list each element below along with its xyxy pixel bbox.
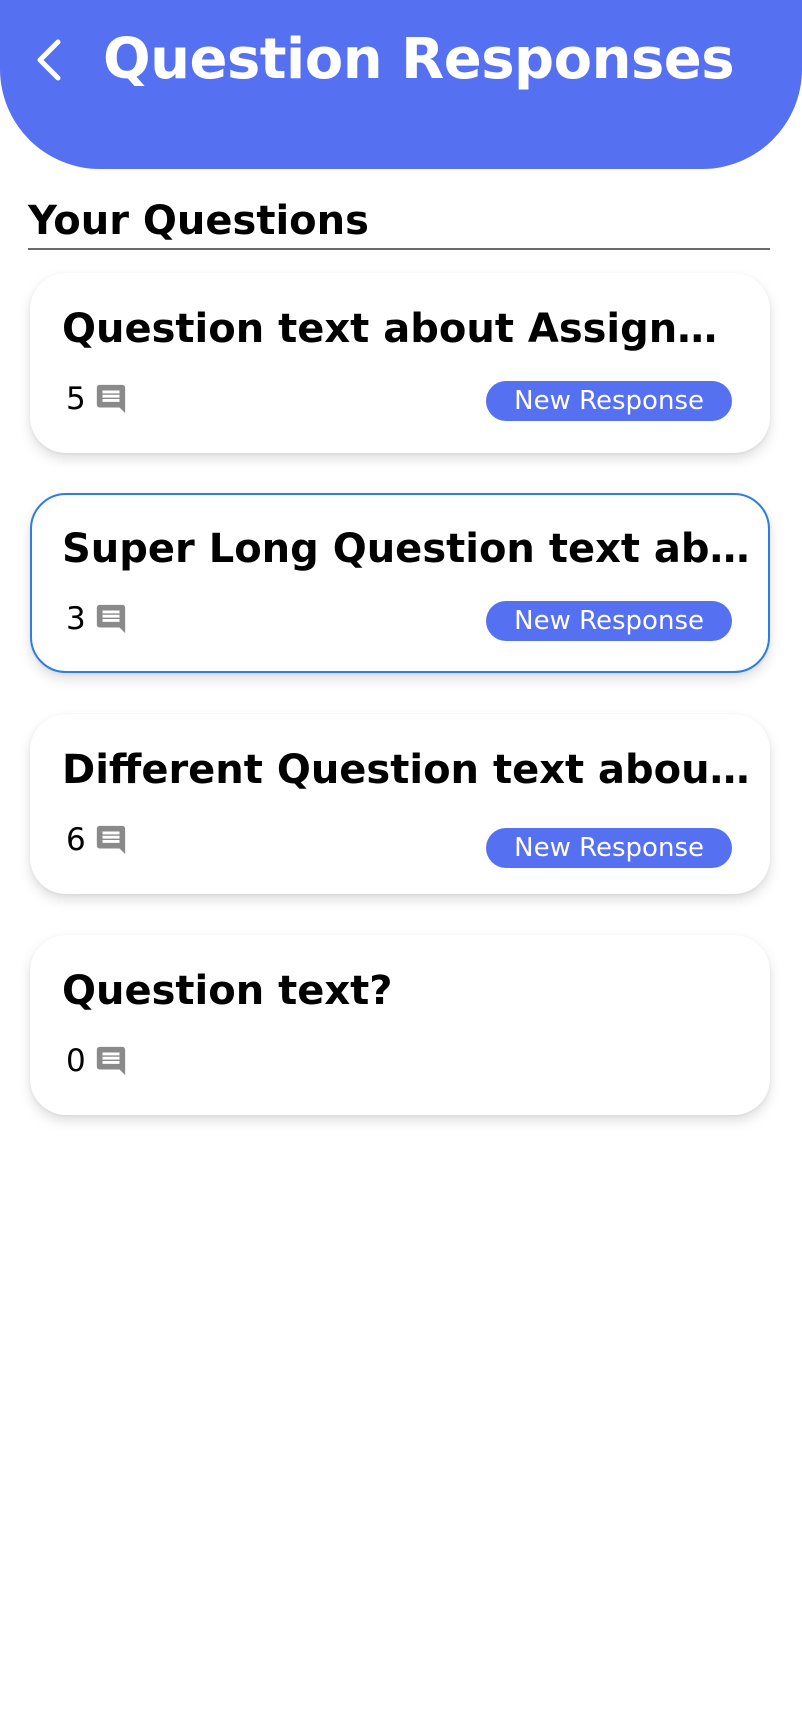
- comment-icon: [96, 384, 125, 414]
- section-divider: [28, 248, 770, 250]
- page-title: Question Responses: [103, 27, 735, 92]
- response-count: 6: [66, 820, 128, 860]
- question-card[interactable]: Different Question text about... 6 New R…: [30, 714, 770, 894]
- back-button[interactable]: [22, 28, 74, 92]
- response-count: 5: [66, 379, 128, 419]
- comment-icon: [96, 1046, 125, 1076]
- question-title: Question text?: [62, 968, 393, 1014]
- question-card[interactable]: Question text? 0: [30, 935, 770, 1115]
- question-card-selected[interactable]: Super Long Question text ab... 3 New Res…: [30, 493, 770, 673]
- new-response-badge: New Response: [486, 601, 732, 641]
- app-header: Question Responses: [0, 0, 802, 169]
- section-title: Your Questions: [28, 198, 369, 244]
- comment-icon: [96, 604, 125, 634]
- new-response-badge: New Response: [486, 828, 732, 868]
- response-count-value: 3: [66, 601, 86, 637]
- chevron-left-icon: [37, 39, 61, 81]
- question-title: Question text about Assignm...: [62, 306, 752, 352]
- new-response-badge: New Response: [486, 381, 732, 421]
- response-count-value: 5: [66, 381, 86, 417]
- question-card[interactable]: Question text about Assignm... 5 New Res…: [30, 273, 770, 453]
- response-count: 3: [66, 599, 128, 639]
- response-count-value: 0: [66, 1043, 86, 1079]
- response-count-value: 6: [66, 822, 86, 858]
- question-title: Super Long Question text ab...: [62, 526, 752, 572]
- response-count: 0: [66, 1041, 128, 1081]
- comment-icon: [96, 825, 125, 855]
- question-title: Different Question text about...: [62, 747, 752, 793]
